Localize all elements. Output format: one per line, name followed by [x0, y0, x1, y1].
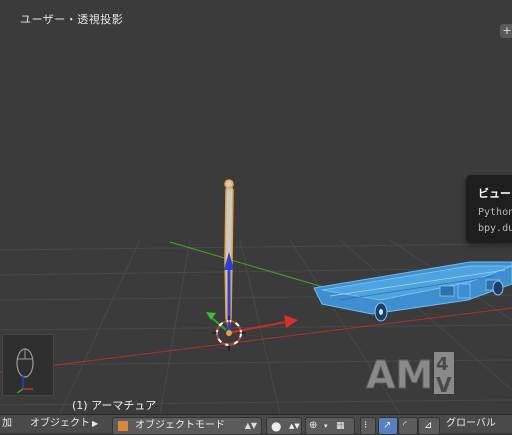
tooltip-bpy-line: bpy.du: [478, 223, 512, 234]
shading-select[interactable]: ● ▲▼: [266, 417, 302, 435]
active-object-label: (1) アーマチュア: [72, 399, 157, 412]
mode-select[interactable]: オブジェクトモード ▲▼: [112, 417, 262, 435]
header-bar: 加 オブジェクト ▶ オブジェクトモード ▲▼ ● ▲▼ ⊕ ▾ ▦ ⁝ ↗ ◜…: [0, 414, 512, 435]
snap-toggle[interactable]: ⁝: [360, 417, 376, 435]
translate-manipulator-button[interactable]: ↗: [378, 417, 398, 435]
camera-preview-thumbnail[interactable]: [2, 334, 54, 396]
pivot-select[interactable]: ⊕ ▾ ▦: [305, 417, 355, 435]
transform-gizmo[interactable]: [206, 312, 298, 333]
scale-manipulator-button[interactable]: ⊿: [418, 417, 440, 435]
viewport-title: ユーザー・透視投影: [20, 13, 124, 26]
expand-sidebar-button[interactable]: +: [500, 24, 512, 38]
object-mode-icon: [118, 421, 128, 431]
logo-number: 4: [436, 354, 449, 375]
logo-letter: V: [436, 373, 452, 396]
armature-bone[interactable]: [224, 179, 234, 333]
y-axis-line: [169, 241, 341, 293]
amv-logo: AM 4 V: [366, 350, 462, 400]
tooltip-title: ビュー: [478, 187, 511, 200]
logo-text: AM: [366, 353, 433, 396]
rotate-manipulator-button[interactable]: ◜: [398, 417, 418, 435]
object-menu[interactable]: オブジェクト: [30, 415, 90, 433]
tooltip: ビュー Python bpy.du: [466, 175, 512, 243]
transform-orientation-select[interactable]: グローバル: [446, 415, 496, 433]
tooltip-python-line: Python: [478, 207, 512, 218]
add-menu[interactable]: 加: [2, 415, 12, 433]
mouse-icon: [16, 348, 34, 394]
3d-viewport[interactable]: ユーザー・透視投影 + ビュー Python bpy.du (1) アーマチュア…: [0, 0, 512, 414]
object-menu-arrow-icon: ▶: [92, 419, 99, 428]
